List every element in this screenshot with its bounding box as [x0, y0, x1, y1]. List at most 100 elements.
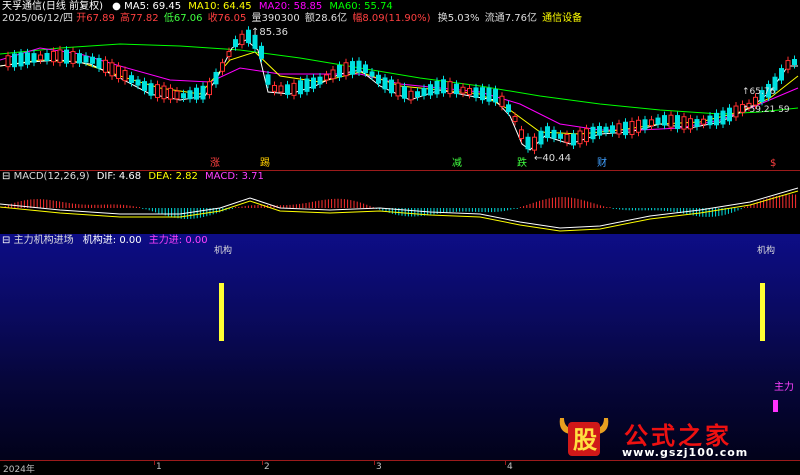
- macd-value: MACD: 3.71: [205, 171, 264, 182]
- macd-header: ⊟ MACD(12,26,9) DIF: 4.68 DEA: 2.82 MACD…: [2, 171, 264, 183]
- candle-body: [350, 61, 355, 75]
- candle-body: [564, 133, 570, 143]
- candle-body: [785, 60, 791, 70]
- candle-body: [304, 78, 310, 92]
- stock-title: 天孚通信(日线 前复权): [2, 1, 103, 12]
- candle-body: [148, 83, 154, 96]
- candle-body: [5, 55, 11, 68]
- candle-body: [44, 52, 50, 62]
- candle-body: [590, 126, 596, 140]
- price-chart-panel[interactable]: 天孚通信(日线 前复权) ● MA5: 69.45 MA10: 64.45 MA…: [0, 0, 800, 170]
- candle-body: [90, 56, 95, 64]
- candle-body: [317, 76, 323, 85]
- candle-body: [96, 57, 102, 69]
- candle-body: [77, 53, 82, 64]
- candle-body: [499, 95, 505, 107]
- candle-body: [629, 121, 635, 135]
- candle-body: [38, 54, 43, 61]
- ma5-value: MA5: 69.45: [124, 1, 182, 12]
- candle-body: [577, 130, 583, 145]
- candle-body: [285, 84, 290, 95]
- candle-body: [584, 128, 589, 143]
- candle-body: [298, 80, 303, 95]
- candle-body: [25, 52, 30, 65]
- candle-body: [382, 77, 388, 90]
- candle-body: [545, 126, 550, 139]
- candle-body: [142, 81, 147, 91]
- axis-label-month-3: 3: [376, 462, 382, 472]
- candle-body: [259, 45, 264, 59]
- candle-body: [272, 84, 277, 92]
- indicator-header: ⊟ 主力机构进场 机构进: 0.00 主力进: 0.00: [2, 235, 208, 247]
- axis-label-month-1: 1: [156, 462, 162, 472]
- candle-body: [688, 118, 693, 130]
- candle-body: [460, 86, 466, 94]
- signal-label-3: 减: [452, 158, 462, 169]
- candle-body: [707, 115, 713, 126]
- candle-body: [51, 50, 56, 63]
- indicator-settings-icon[interactable]: ⊟: [2, 235, 10, 246]
- turnover: 换5.03%: [437, 13, 480, 24]
- indicator-title: 主力机构进场: [13, 235, 74, 246]
- candle-body: [239, 33, 245, 46]
- candle-body: [571, 133, 576, 146]
- high-price: 高77.82: [120, 13, 159, 24]
- candle-body: [421, 88, 427, 96]
- candle-body: [311, 77, 316, 89]
- candle-body: [174, 90, 180, 100]
- candle-body: [473, 87, 479, 98]
- candle-body: [610, 125, 615, 134]
- candle-body: [636, 119, 641, 133]
- float-shares: 流通7.76亿: [484, 13, 537, 24]
- candle-body: [538, 130, 544, 145]
- candle-body: [200, 85, 206, 100]
- candle-body: [558, 133, 563, 139]
- candle-body: [109, 62, 115, 77]
- change: 幅8.09(11.90%): [352, 13, 431, 24]
- high-price-marker: ↑85.36: [251, 27, 289, 38]
- candle-body: [330, 69, 336, 80]
- candle-body: [720, 110, 726, 125]
- ma10-value: MA10: 64.45: [188, 1, 252, 12]
- watermark-logo: 股 公式之家 www.gszj100.com: [556, 412, 788, 460]
- macd-panel[interactable]: ⊟ MACD(12,26,9) DIF: 4.68 DEA: 2.82 MACD…: [0, 170, 800, 234]
- zhuli-bar: [773, 400, 778, 412]
- logo-glyph: 股: [573, 425, 597, 454]
- open-price: 开67.89: [76, 13, 115, 24]
- institution-bar-right: [760, 283, 765, 341]
- candle-body: [103, 59, 108, 73]
- candle-body: [655, 117, 661, 125]
- amount: 额28.6亿: [304, 13, 348, 24]
- candle-body: [519, 129, 524, 140]
- candle-body: [363, 64, 368, 74]
- candle-body: [18, 52, 24, 67]
- candle-body: [675, 115, 680, 130]
- candle-body: [506, 104, 511, 113]
- axis-tick: [505, 461, 506, 465]
- right-price-label-a: ↑65.76: [742, 87, 776, 97]
- candlestick-chart[interactable]: [0, 0, 800, 170]
- candle-body: [792, 59, 797, 65]
- macd-settings-icon[interactable]: ⊟: [2, 171, 10, 182]
- macd-dea: DEA: 2.82: [148, 171, 198, 182]
- candle-body: [324, 74, 329, 81]
- candle-body: [408, 90, 414, 101]
- candle-body: [701, 118, 706, 125]
- ma-toggle-icon[interactable]: ●: [112, 1, 121, 12]
- candle-body: [57, 49, 63, 63]
- candle-body: [155, 84, 160, 99]
- axis-label-month-4: 4: [507, 462, 513, 472]
- sector: 通信设备: [542, 13, 583, 24]
- low-price-marker: ←40.44: [534, 153, 572, 164]
- candle-body: [116, 65, 121, 80]
- candle-body: [135, 79, 141, 86]
- candle-body: [727, 107, 732, 122]
- candle-body: [31, 53, 37, 63]
- candle-body: [181, 93, 186, 99]
- close-price: 收76.05: [207, 13, 247, 24]
- candle-body: [551, 129, 557, 139]
- axis-tick: [154, 461, 155, 465]
- candle-body: [226, 51, 232, 57]
- candle-body: [512, 115, 518, 123]
- candle-body: [291, 82, 297, 96]
